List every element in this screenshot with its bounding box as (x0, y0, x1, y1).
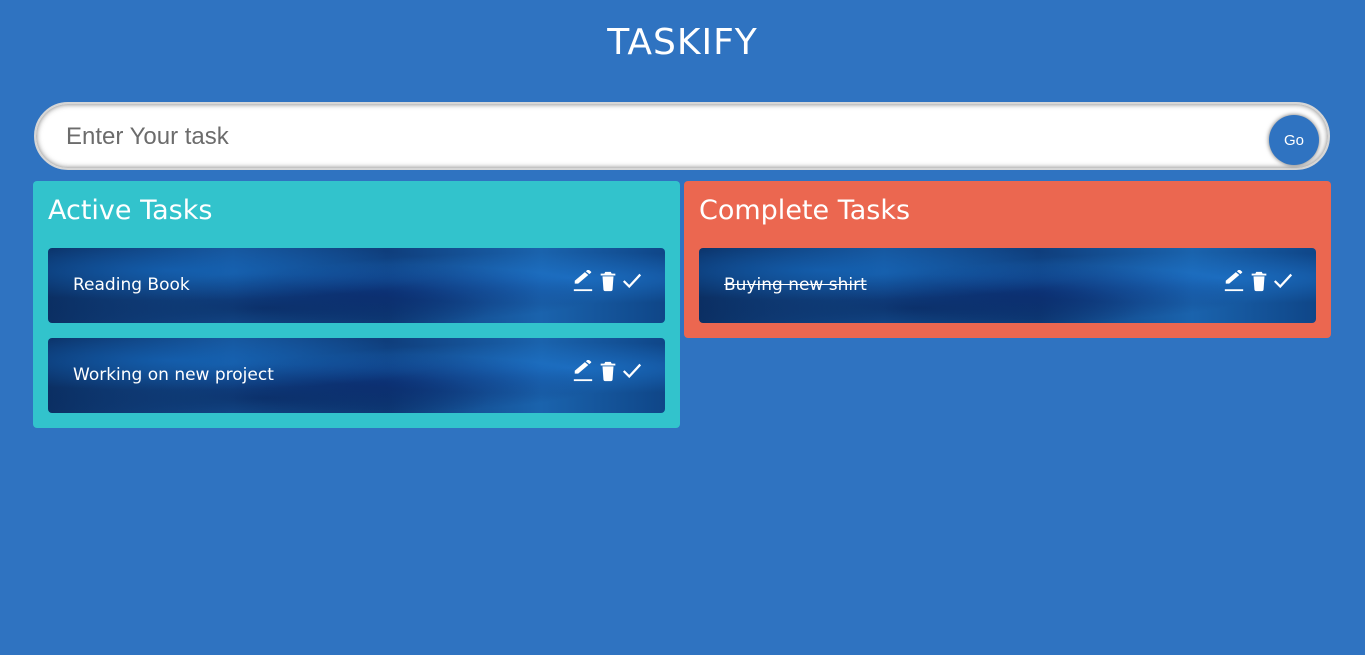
task-card: Buying new shirt (699, 248, 1316, 323)
task-text: Buying new shirt (724, 275, 867, 295)
pencil-icon[interactable] (1223, 270, 1245, 292)
trash-icon[interactable] (1248, 270, 1270, 292)
task-card: Working on new project (48, 338, 665, 413)
check-icon[interactable] (621, 270, 643, 292)
pencil-icon[interactable] (572, 270, 594, 292)
active-tasks-title: Active Tasks (48, 195, 213, 226)
trash-icon[interactable] (597, 360, 619, 382)
pencil-icon[interactable] (572, 360, 594, 382)
task-text: Working on new project (73, 365, 274, 385)
complete-tasks-title: Complete Tasks (699, 195, 911, 226)
check-icon[interactable] (1272, 270, 1294, 292)
app-title: TASKIFY (607, 22, 758, 63)
active-tasks-panel: Active Tasks Reading Book Working on new… (33, 181, 680, 428)
trash-icon[interactable] (597, 270, 619, 292)
check-icon[interactable] (621, 360, 643, 382)
task-input[interactable] (64, 116, 1218, 158)
task-text: Reading Book (73, 275, 190, 295)
go-button[interactable]: Go (1269, 115, 1319, 165)
task-card: Reading Book (48, 248, 665, 323)
complete-tasks-panel: Complete Tasks Buying new shirt (684, 181, 1331, 338)
task-input-container: Go (34, 102, 1330, 170)
